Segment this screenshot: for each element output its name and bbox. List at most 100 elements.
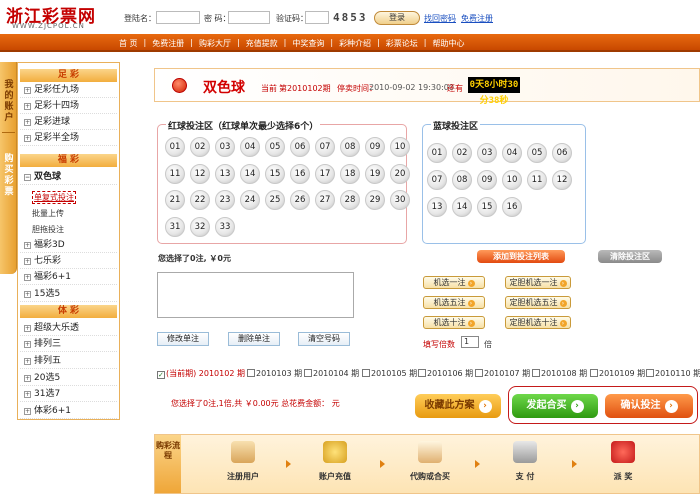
period-item[interactable]: 2010109 期 (590, 368, 645, 379)
sidebar-sub-dantuo[interactable]: 胆拖投注 (32, 224, 64, 235)
fixed-random-1-button[interactable]: 定胆机选一注 › (505, 276, 571, 289)
forgot-password-link[interactable]: 找回密码 (424, 13, 456, 24)
period-item[interactable]: 2010106 期 (418, 368, 473, 379)
sidebar-sub-upload[interactable]: 批量上传 (32, 208, 64, 219)
red-ball[interactable]: 24 (240, 190, 260, 210)
random-5-button[interactable]: 机选五注 › (423, 296, 485, 309)
red-ball[interactable]: 19 (365, 163, 385, 184)
blue-ball[interactable]: 02 (452, 143, 472, 163)
red-ball[interactable]: 03 (215, 137, 235, 157)
bet-list-box[interactable] (157, 272, 354, 318)
blue-ball[interactable]: 09 (477, 170, 497, 190)
fixed-random-5-button[interactable]: 定胆机选五注 › (505, 296, 571, 309)
sidebar-item[interactable]: + 超级大乐透 (20, 321, 117, 336)
nav-results[interactable]: 中奖查询 (289, 38, 327, 49)
sidebar-item[interactable]: +20选5 (20, 371, 117, 386)
blue-ball[interactable]: 13 (427, 197, 447, 217)
captcha-input[interactable] (305, 11, 329, 24)
sidebar-item[interactable]: + 排列三 (20, 337, 117, 352)
red-ball[interactable]: 14 (240, 163, 260, 184)
sidebar-item[interactable]: + 福彩3D (20, 238, 117, 253)
blue-ball[interactable]: 06 (552, 143, 572, 163)
add-to-list-button[interactable]: 添加到投注列表 (477, 250, 565, 263)
nav-lobby[interactable]: 购彩大厅 (196, 38, 234, 49)
red-ball[interactable]: 16 (290, 163, 310, 184)
sidebar-item[interactable]: +31选7 (20, 387, 117, 402)
period-item[interactable]: 2010105 期 (362, 368, 417, 379)
red-ball[interactable]: 33 (215, 216, 235, 237)
nav-register[interactable]: 免费注册 (149, 38, 187, 49)
sidebar-item[interactable]: + 足彩十四场 (20, 99, 117, 114)
period-item[interactable]: 2010104 期 (304, 368, 359, 379)
period-item[interactable]: 2010110 期 (646, 368, 700, 379)
blue-ball[interactable]: 01 (427, 143, 447, 163)
sidebar-item[interactable]: +15选5 (20, 287, 117, 302)
red-ball[interactable]: 31 (165, 216, 185, 237)
nav-forum[interactable]: 彩票论坛 (383, 38, 421, 49)
sidebar-item[interactable]: + 体彩6+1 (20, 404, 117, 419)
period-item[interactable]: 2010108 期 (532, 368, 587, 379)
red-ball[interactable]: 21 (165, 190, 185, 210)
red-ball[interactable]: 10 (390, 137, 410, 157)
clear-numbers-button[interactable]: 清空号码 (298, 332, 350, 346)
blue-ball[interactable]: 12 (552, 170, 572, 190)
sidebar-item[interactable]: + 足彩进球 (20, 115, 117, 130)
sidebar-item[interactable]: + 福彩6+1 (20, 270, 117, 285)
login-button[interactable]: 登录 (374, 11, 420, 25)
blue-ball[interactable]: 15 (477, 197, 497, 217)
red-ball[interactable]: 26 (290, 190, 310, 210)
clear-selection-button[interactable]: 清除投注区 (598, 250, 662, 263)
period-item[interactable]: 2010107 期 (475, 368, 530, 379)
blue-ball[interactable]: 07 (427, 170, 447, 190)
nav-deposit[interactable]: 充值提款 (243, 38, 281, 49)
modify-bet-button[interactable]: 修改单注 (157, 332, 209, 346)
password-input[interactable] (228, 11, 270, 24)
red-ball[interactable]: 05 (265, 137, 285, 157)
red-ball[interactable]: 04 (240, 137, 260, 157)
sidebar-item[interactable]: + 排列五 (20, 354, 117, 369)
blue-ball[interactable]: 10 (502, 170, 522, 190)
sidebar-sub-single[interactable]: 单复式投注 (32, 191, 76, 204)
blue-ball[interactable]: 04 (502, 143, 522, 163)
blue-ball[interactable]: 05 (527, 143, 547, 163)
sidebar-item[interactable]: + 七乐彩 (20, 254, 117, 269)
group-buy-button[interactable]: 发起合买 › (512, 394, 598, 418)
nav-home[interactable]: 首 页 (116, 38, 141, 49)
red-ball[interactable]: 15 (265, 163, 285, 184)
red-ball[interactable]: 13 (215, 163, 235, 184)
nav-games[interactable]: 彩种介绍 (336, 38, 374, 49)
username-input[interactable] (156, 11, 200, 24)
nav-help[interactable]: 帮助中心 (429, 38, 467, 49)
red-ball[interactable]: 18 (340, 163, 360, 184)
tab-my-account[interactable]: 我的账户 (3, 80, 15, 124)
red-ball[interactable]: 23 (215, 190, 235, 210)
random-1-button[interactable]: 机选一注 › (423, 276, 485, 289)
register-link[interactable]: 免费注册 (461, 13, 493, 24)
sidebar-item[interactable]: + 足彩任九场 (20, 83, 117, 98)
sidebar-item-ssq[interactable]: − 双色球 (20, 170, 117, 185)
blue-ball[interactable]: 16 (502, 197, 522, 217)
blue-ball[interactable]: 08 (452, 170, 472, 190)
red-ball[interactable]: 06 (290, 137, 310, 157)
red-ball[interactable]: 28 (340, 190, 360, 210)
period-item[interactable]: 2010103 期 (247, 368, 302, 379)
red-ball[interactable]: 20 (390, 163, 410, 184)
multiple-input[interactable]: 1 (461, 336, 479, 348)
red-ball[interactable]: 17 (315, 163, 335, 184)
red-ball[interactable]: 01 (165, 137, 185, 157)
red-ball[interactable]: 27 (315, 190, 335, 210)
tab-buy-lottery[interactable]: 购买彩票 (3, 154, 15, 198)
fixed-random-10-button[interactable]: 定胆机选十注 › (505, 316, 571, 329)
red-ball[interactable]: 22 (190, 190, 210, 210)
red-ball[interactable]: 09 (365, 137, 385, 157)
blue-ball[interactable]: 03 (477, 143, 497, 163)
confirm-bet-button[interactable]: 确认投注 › (605, 394, 693, 418)
blue-ball[interactable]: 14 (452, 197, 472, 217)
red-ball[interactable]: 30 (390, 190, 410, 210)
red-ball[interactable]: 08 (340, 137, 360, 157)
period-item-current[interactable]: ✓ (当前期) 2010102 期 (157, 368, 245, 379)
red-ball[interactable]: 11 (165, 163, 185, 184)
red-ball[interactable]: 12 (190, 163, 210, 184)
red-ball[interactable]: 29 (365, 190, 385, 210)
collect-plan-button[interactable]: 收藏此方案 › (415, 394, 501, 418)
